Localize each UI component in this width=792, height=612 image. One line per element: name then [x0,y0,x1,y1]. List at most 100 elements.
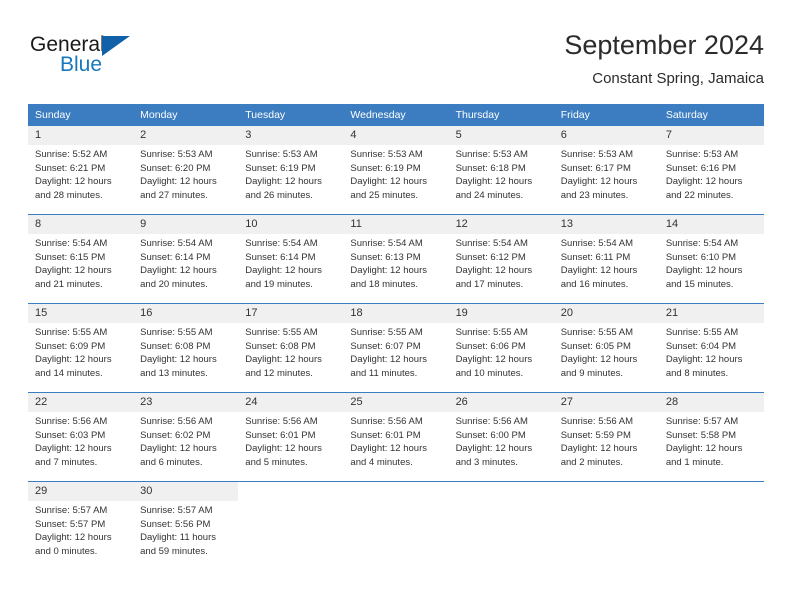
sunrise-text: Sunrise: 5:54 AM [245,238,318,249]
calendar-day-cell[interactable]: 9 Sunrise: 5:54 AM Sunset: 6:14 PM Daylight… [133,214,239,304]
day-details: Sunrise: 5:55 AM Sunset: 6:04 PM Daylight:… [659,323,764,380]
sunset-text: Sunset: 6:14 PM [245,251,316,263]
sunrise-text: Sunrise: 5:55 AM [350,327,423,338]
day-number: 26 [448,393,554,412]
sunrise-text: Sunrise: 5:57 AM [140,505,213,516]
sunset-text: Sunset: 6:07 PM [350,340,421,352]
daylight-text-line1: Daylight: 12 hours [245,176,322,188]
weekday-header-sunday: Sunday [28,104,134,126]
sunrise-text: Sunrise: 5:53 AM [245,149,318,160]
sunset-text: Sunset: 6:01 PM [350,429,421,441]
day-details: Sunrise: 5:55 AM Sunset: 6:08 PM Daylight:… [238,323,343,380]
daylight-text-line2: and 28 minutes. [35,189,103,201]
calendar-day-cell[interactable]: 23 Sunrise: 5:56 AM Sunset: 6:02 PM Dayligh… [133,392,239,482]
daylight-text-line2: and 18 minutes. [350,278,419,290]
calendar-day-cell[interactable]: 25 Sunrise: 5:56 AM Sunset: 6:01 PM Dayligh… [343,392,449,482]
daylight-text-line1: Daylight: 12 hours [455,443,533,455]
calendar-day-cell[interactable]: 10 Sunrise: 5:54 AM Sunset: 6:14 PM Dayligh… [238,214,344,304]
calendar-day-cell[interactable]: 17 Sunrise: 5:55 AM Sunset: 6:08 PM Dayligh… [238,303,344,393]
calendar-day-cell[interactable]: 5 Sunrise: 5:53 AM Sunset: 6:18 PM Daylight… [448,126,554,215]
sunrise-text: Sunrise: 5:56 AM [35,416,108,427]
calendar-day-cell[interactable]: 22 Sunrise: 5:56 AM Sunset: 6:03 PM Dayligh… [28,392,134,482]
daylight-text-line1: Daylight: 12 hours [245,443,322,455]
calendar-day-cell[interactable]: 8 Sunrise: 5:54 AM Sunset: 6:15 PM Daylight… [28,214,134,304]
calendar-day-cell[interactable]: 14 Sunrise: 5:54 AM Sunset: 6:10 PM Dayligh… [658,214,764,304]
day-details: Sunrise: 5:57 AM Sunset: 5:58 PM Daylight:… [659,412,764,469]
generalblue-logo[interactable]: General Blue [28,33,178,89]
day-details: Sunrise: 5:54 AM Sunset: 6:12 PM Daylight:… [449,234,554,291]
sunset-text: Sunset: 6:17 PM [560,162,631,174]
calendar-day-cell[interactable]: 20 Sunrise: 5:55 AM Sunset: 6:05 PM Dayligh… [553,303,659,393]
day-number: 13 [553,215,659,234]
daylight-text-line1: Daylight: 12 hours [35,176,112,188]
calendar-day-cell[interactable]: 27 Sunrise: 5:56 AM Sunset: 5:59 PM Dayligh… [553,392,659,482]
day-details: Sunrise: 5:56 AM Sunset: 6:03 PM Daylight:… [28,412,133,469]
day-number: 12 [448,215,554,234]
calendar-day-cell[interactable]: 29 Sunrise: 5:57 AM Sunset: 5:57 PM Dayligh… [28,481,134,570]
sunrise-text: Sunrise: 5:55 AM [665,327,739,338]
day-details: Sunrise: 5:56 AM Sunset: 6:02 PM Daylight:… [133,412,238,469]
sunset-text: Sunset: 6:20 PM [140,162,211,174]
calendar-day-cell[interactable]: 24 Sunrise: 5:56 AM Sunset: 6:01 PM Dayligh… [238,392,344,482]
calendar-day-cell[interactable]: 3 Sunrise: 5:53 AM Sunset: 6:19 PM Daylight… [238,126,344,215]
sunset-text: Sunset: 6:08 PM [140,340,211,352]
sunrise-text: Sunrise: 5:56 AM [245,416,318,427]
daylight-text-line1: Daylight: 12 hours [245,354,322,366]
weekday-header-monday: Monday [133,104,239,126]
day-details: Sunrise: 5:56 AM Sunset: 6:00 PM Daylight:… [449,412,554,469]
sunset-text: Sunset: 5:57 PM [35,518,106,530]
daylight-text-line2: and 21 minutes. [35,278,103,290]
daylight-text-line2: and 24 minutes. [455,189,524,201]
sunset-text: Sunset: 6:19 PM [350,162,421,174]
day-number: 7 [658,126,764,145]
sunset-text: Sunset: 6:16 PM [665,162,737,174]
calendar-day-cell[interactable]: 6 Sunrise: 5:53 AM Sunset: 6:17 PM Daylight… [553,126,659,215]
daylight-text-line1: Daylight: 12 hours [560,176,638,188]
calendar-day-cell[interactable]: 15 Sunrise: 5:55 AM Sunset: 6:09 PM Dayligh… [28,303,134,393]
calendar-week-row: 15 Sunrise: 5:55 AM Sunset: 6:09 PM Dayligh… [28,303,764,393]
daylight-text-line2: and 7 minutes. [35,456,98,468]
calendar-day-cell[interactable]: 13 Sunrise: 5:54 AM Sunset: 6:11 PM Dayligh… [553,214,659,304]
day-details: Sunrise: 5:56 AM Sunset: 5:59 PM Daylight:… [554,412,659,469]
calendar-day-cell[interactable]: 12 Sunrise: 5:54 AM Sunset: 6:12 PM Dayligh… [448,214,554,304]
daylight-text-line2: and 26 minutes. [245,189,313,201]
sunset-text: Sunset: 6:01 PM [245,429,316,441]
daylight-text-line2: and 12 minutes. [245,367,313,379]
calendar-day-cell[interactable]: 26 Sunrise: 5:56 AM Sunset: 6:00 PM Dayligh… [448,392,554,482]
sunrise-text: Sunrise: 5:55 AM [560,327,634,338]
sunrise-text: Sunrise: 5:55 AM [455,327,528,338]
day-number: 9 [133,215,239,234]
day-details: Sunrise: 5:57 AM Sunset: 5:56 PM Daylight:… [133,501,238,558]
calendar-week-row: 29 Sunrise: 5:57 AM Sunset: 5:57 PM Dayligh… [28,481,764,570]
logo-text-blue: Blue [60,53,103,76]
calendar-day-cell[interactable]: 2 Sunrise: 5:53 AM Sunset: 6:20 PM Daylight… [133,126,239,215]
calendar-day-cell[interactable]: 4 Sunrise: 5:53 AM Sunset: 6:19 PM Daylight… [343,126,449,215]
page-header: General Blue September 2024 Constant Spr… [28,28,764,96]
sunrise-text: Sunrise: 5:54 AM [560,238,634,249]
daylight-text-line1: Daylight: 12 hours [35,354,112,366]
sunset-text: Sunset: 6:19 PM [245,162,316,174]
day-number: 6 [553,126,659,145]
daylight-text-line1: Daylight: 12 hours [245,265,322,277]
sunset-text: Sunset: 6:21 PM [35,162,106,174]
calendar-day-cell[interactable]: 28 Sunrise: 5:57 AM Sunset: 5:58 PM Dayligh… [658,392,764,482]
calendar-week-row: 8 Sunrise: 5:54 AM Sunset: 6:15 PM Daylight… [28,214,764,304]
daylight-text-line1: Daylight: 12 hours [350,265,427,277]
sunset-text: Sunset: 6:04 PM [665,340,737,352]
calendar-day-cell[interactable]: 30 Sunrise: 5:57 AM Sunset: 5:56 PM Dayligh… [133,481,239,570]
calendar-day-cell[interactable]: 18 Sunrise: 5:55 AM Sunset: 6:07 PM Dayligh… [343,303,449,393]
daylight-text-line1: Daylight: 12 hours [140,443,217,455]
daylight-text-line2: and 1 minute. [665,456,724,468]
sunrise-text: Sunrise: 5:54 AM [35,238,108,249]
calendar-day-cell[interactable]: 11 Sunrise: 5:54 AM Sunset: 6:13 PM Dayligh… [343,214,449,304]
day-details: Sunrise: 5:53 AM Sunset: 6:16 PM Daylight:… [659,145,764,202]
calendar-day-cell[interactable]: 16 Sunrise: 5:55 AM Sunset: 6:08 PM Dayligh… [133,303,239,393]
calendar-day-cell[interactable]: 1 Sunrise: 5:52 AM Sunset: 6:21 PM Daylight… [28,126,134,215]
sunset-text: Sunset: 6:05 PM [560,340,631,352]
calendar-cell-empty [343,481,449,570]
calendar-day-cell[interactable]: 21 Sunrise: 5:55 AM Sunset: 6:04 PM Dayligh… [658,303,764,393]
calendar-day-cell[interactable]: 7 Sunrise: 5:53 AM Sunset: 6:16 PM Daylight… [658,126,764,215]
title-block: September 2024 Constant Spring, Jamaica [564,28,764,90]
daylight-text-line2: and 23 minutes. [560,189,629,201]
calendar-day-cell[interactable]: 19 Sunrise: 5:55 AM Sunset: 6:06 PM Dayligh… [448,303,554,393]
